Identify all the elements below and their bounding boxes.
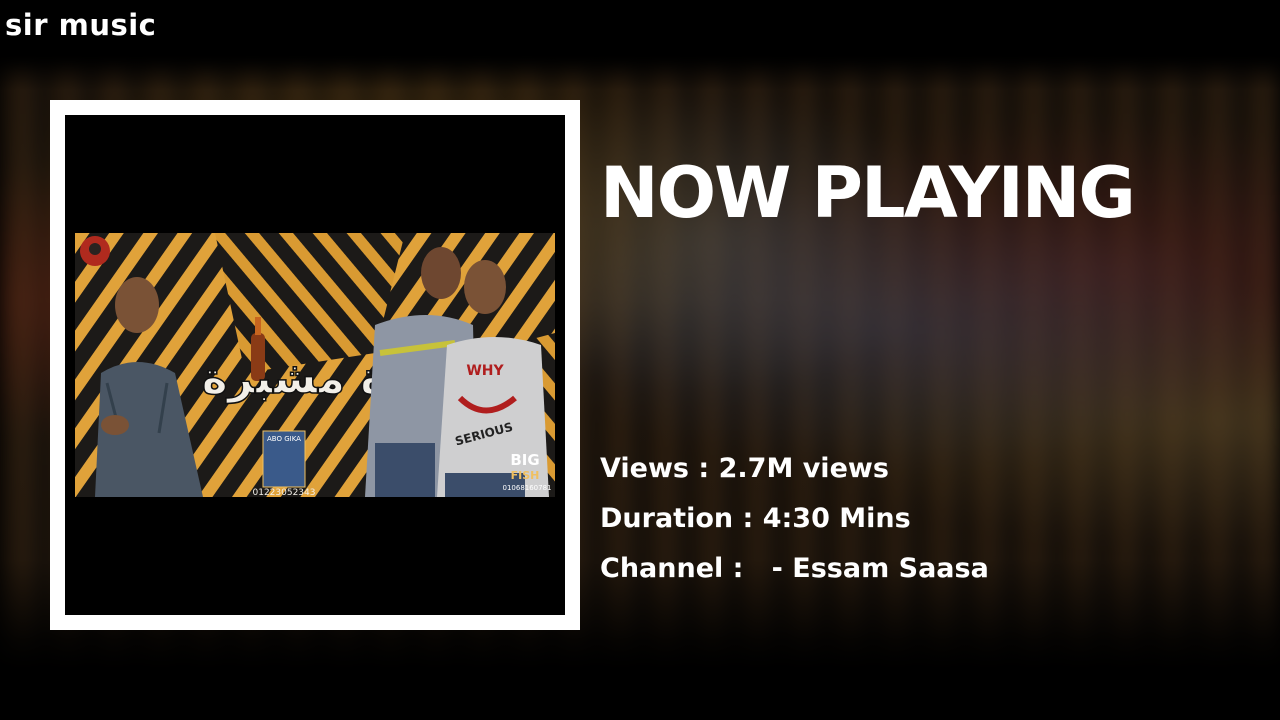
big-fish-badge-top: BIG — [510, 451, 539, 469]
duration-row: Duration : 4:30 Mins — [600, 500, 989, 550]
app-brand[interactable]: sir music — [5, 8, 156, 42]
svg-text:01223052343: 01223052343 — [253, 488, 316, 497]
views-label: Views : — [600, 453, 719, 484]
channel-value: - Essam Saasa — [771, 553, 989, 584]
player-screen: sir music بيرة مشبرة WHY SERIOUS ABO GIK… — [0, 0, 1280, 720]
album-art: بيرة مشبرة WHY SERIOUS ABO GIKA 01223052… — [65, 115, 565, 615]
views-row: Views : 2.7M views — [600, 450, 989, 500]
now-playing-heading: NOW PLAYING — [600, 152, 1136, 234]
duration-value: 4:30 Mins — [762, 503, 911, 534]
channel-row: Channel : - Essam Saasa — [600, 550, 989, 600]
album-art-frame: بيرة مشبرة WHY SERIOUS ABO GIKA 01223052… — [50, 100, 580, 630]
big-fish-badge-bottom: FISH — [511, 469, 540, 482]
svg-text:ABO GIKA: ABO GIKA — [267, 435, 301, 443]
duration-label: Duration : — [600, 503, 763, 534]
svg-text:01068160781: 01068160781 — [503, 484, 552, 492]
track-info: Views : 2.7M views Duration : 4:30 Mins … — [600, 450, 989, 600]
channel-label: Channel : — [600, 553, 772, 584]
svg-text:WHY: WHY — [466, 363, 504, 379]
views-value: 2.7M views — [718, 453, 889, 484]
album-art-image: بيرة مشبرة WHY SERIOUS ABO GIKA 01223052… — [75, 233, 555, 497]
